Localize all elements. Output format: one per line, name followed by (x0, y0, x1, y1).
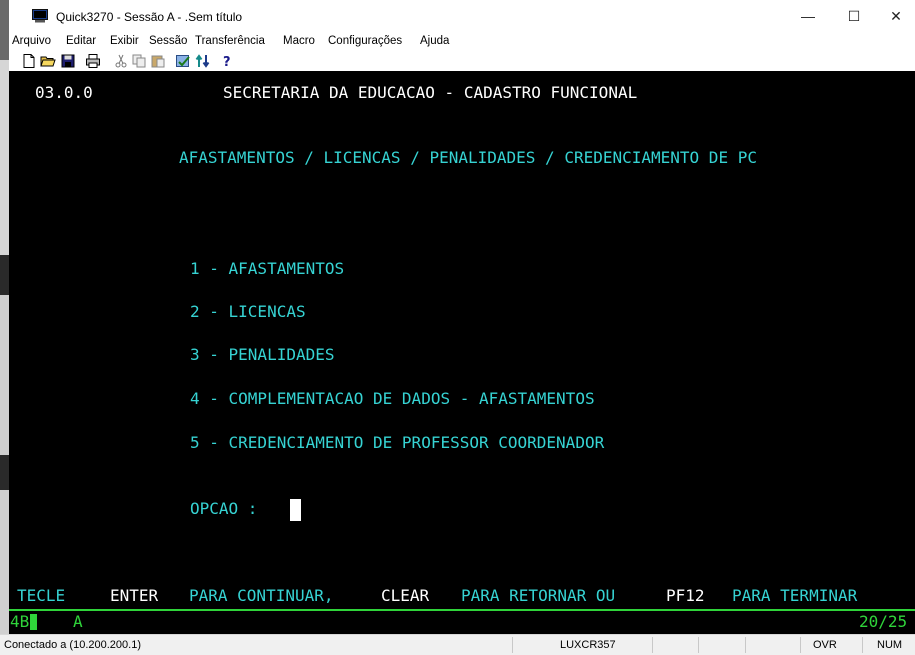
oia-indicator: 4B (10, 612, 30, 631)
footer-terminar: PARA TERMINAR (732, 586, 858, 605)
option-input-cursor[interactable] (290, 499, 301, 521)
terminal-screen[interactable]: 03.0.0 SECRETARIA DA EDUCACAO - CADASTRO… (9, 71, 915, 634)
menu-option-3: 3 - PENALIDADES (190, 345, 335, 364)
footer-enter-key: ENTER (110, 586, 159, 605)
footer-tecle: TECLE (17, 586, 66, 605)
desktop-edge (0, 0, 9, 655)
footer-retornar: PARA RETORNAR OU (461, 586, 616, 605)
insert-mode-indicator: OVR (813, 639, 837, 651)
menu-option-4: 4 - COMPLEMENTACAO DE DADOS - AFASTAMENT… (190, 389, 595, 408)
footer-continuar: PARA CONTINUAR, (189, 586, 334, 605)
oia-block (30, 614, 37, 630)
minimize-button[interactable]: — (785, 0, 831, 32)
menu-macro[interactable]: Macro (283, 35, 315, 47)
menu-bar: Arquivo Editar Exibir Sessão Transferênc… (9, 34, 915, 51)
paste-icon[interactable] (150, 53, 166, 69)
menu-option-2: 2 - LICENCAS (190, 302, 306, 321)
menu-editar[interactable]: Editar (66, 35, 96, 47)
window-title: Quick3270 - Sessão A - .Sem título (56, 10, 243, 24)
num-lock-indicator: NUM (877, 639, 903, 651)
footer-clear-key: CLEAR (381, 586, 430, 605)
title-bar: Quick3270 - Sessão A - .Sem título — ☐ ✕ (9, 0, 915, 34)
save-icon[interactable] (60, 53, 76, 69)
menu-exibir[interactable]: Exibir (110, 35, 139, 47)
screen-id: 03.0.0 (35, 83, 93, 102)
app-terminal-icon (32, 9, 48, 23)
oia-mode: A (73, 612, 83, 631)
copy-icon[interactable] (131, 53, 147, 69)
macro-icon[interactable] (175, 53, 191, 69)
menu-option-5: 5 - CREDENCIAMENTO DE PROFESSOR COORDENA… (190, 433, 605, 452)
help-icon[interactable]: ? (219, 53, 235, 69)
oia-separator (9, 609, 915, 611)
option-prompt-label: OPCAO : (190, 499, 258, 518)
new-icon[interactable] (21, 53, 37, 69)
system-title: SECRETARIA DA EDUCACAO - CADASTRO FUNCIO… (223, 83, 638, 102)
cursor-position: 20/25 (859, 612, 908, 631)
menu-ajuda[interactable]: Ajuda (420, 35, 449, 47)
print-icon[interactable] (85, 53, 101, 69)
close-button[interactable]: ✕ (873, 0, 915, 32)
transfer-icon[interactable] (195, 53, 211, 69)
svg-text:?: ? (223, 55, 231, 69)
menu-sessao[interactable]: Sessão (149, 35, 187, 47)
menu-arquivo[interactable]: Arquivo (12, 35, 51, 47)
menu-transferencia[interactable]: Transferência (195, 35, 265, 47)
status-bar: Conectado a (10.200.200.1) LUXCR357 OVR … (0, 634, 915, 655)
toolbar: ? (9, 51, 915, 71)
connection-status: Conectado a (10.200.200.1) (4, 639, 141, 651)
menu-option-1: 1 - AFASTAMENTOS (190, 259, 345, 278)
footer-pf12-key: PF12 (666, 586, 705, 605)
lu-name: LUXCR357 (560, 639, 616, 651)
open-icon[interactable] (40, 53, 56, 69)
menu-configuracoes[interactable]: Configurações (328, 35, 402, 47)
cut-icon[interactable] (113, 53, 129, 69)
maximize-button[interactable]: ☐ (831, 0, 877, 32)
screen-subtitle: AFASTAMENTOS / LICENCAS / PENALIDADES / … (179, 148, 757, 167)
